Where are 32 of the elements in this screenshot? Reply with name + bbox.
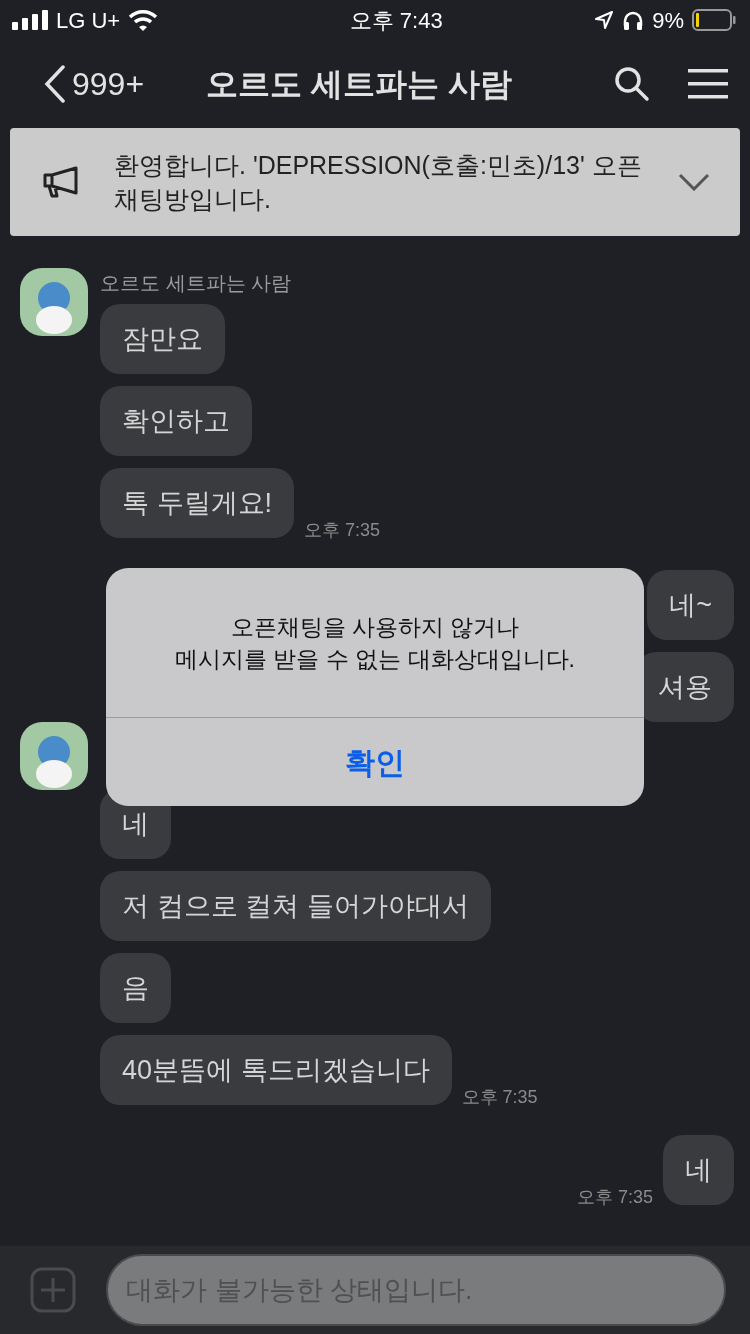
avatar	[20, 268, 88, 336]
message-bubble: 음	[100, 953, 171, 1023]
headphones-icon	[622, 10, 645, 30]
menu-icon[interactable]	[688, 69, 728, 99]
message-bubble: 톡 두릴게요!	[100, 468, 294, 538]
message-bubble: 네	[663, 1135, 734, 1205]
message-time: 오후 7:35	[576, 1186, 653, 1209]
sender-name: 오르도 세트파는 사람	[100, 272, 293, 294]
megaphone-icon	[42, 166, 80, 198]
notice-text: 환영합니다. 'DEPRESSION(호출:민초)/13' 오픈채팅방입니다.	[114, 150, 643, 215]
back-button[interactable]: 999+	[44, 60, 145, 108]
chevron-down-icon[interactable]	[678, 173, 710, 191]
message-bubble: 확인하고	[100, 386, 252, 456]
notice-banner[interactable]: 환영합니다. 'DEPRESSION(호출:민초)/13' 오픈채팅방입니다.	[10, 128, 740, 236]
message-time: 오후 7:35	[461, 1086, 538, 1109]
avatar	[20, 722, 88, 790]
message-bubble: 저 컴으로 컬쳐 들어가야대서	[100, 871, 491, 941]
battery-icon	[692, 9, 736, 31]
wifi-icon	[128, 9, 159, 31]
message-bubble: 40분뜸에 톡드리겠습니다	[100, 1035, 452, 1105]
chat-title: 오르도 세트파는 사람	[206, 65, 512, 104]
location-arrow-icon	[594, 10, 615, 30]
signal-icon	[12, 10, 48, 30]
message-time: 오후 7:35	[304, 519, 381, 542]
clock-time: 오후 7:43	[348, 6, 444, 35]
alert-message: 오픈채팅을 사용하지 않거나 메시지를 받을 수 없는 대화상대입니다.	[106, 568, 644, 718]
message-bubble: 네~	[647, 570, 734, 640]
back-chevron-icon	[44, 65, 66, 103]
carrier-name: LG U+	[56, 6, 121, 35]
battery-percent: 9%	[652, 6, 684, 35]
message-bubble: 잠만요	[100, 304, 225, 374]
search-icon[interactable]	[614, 66, 650, 102]
